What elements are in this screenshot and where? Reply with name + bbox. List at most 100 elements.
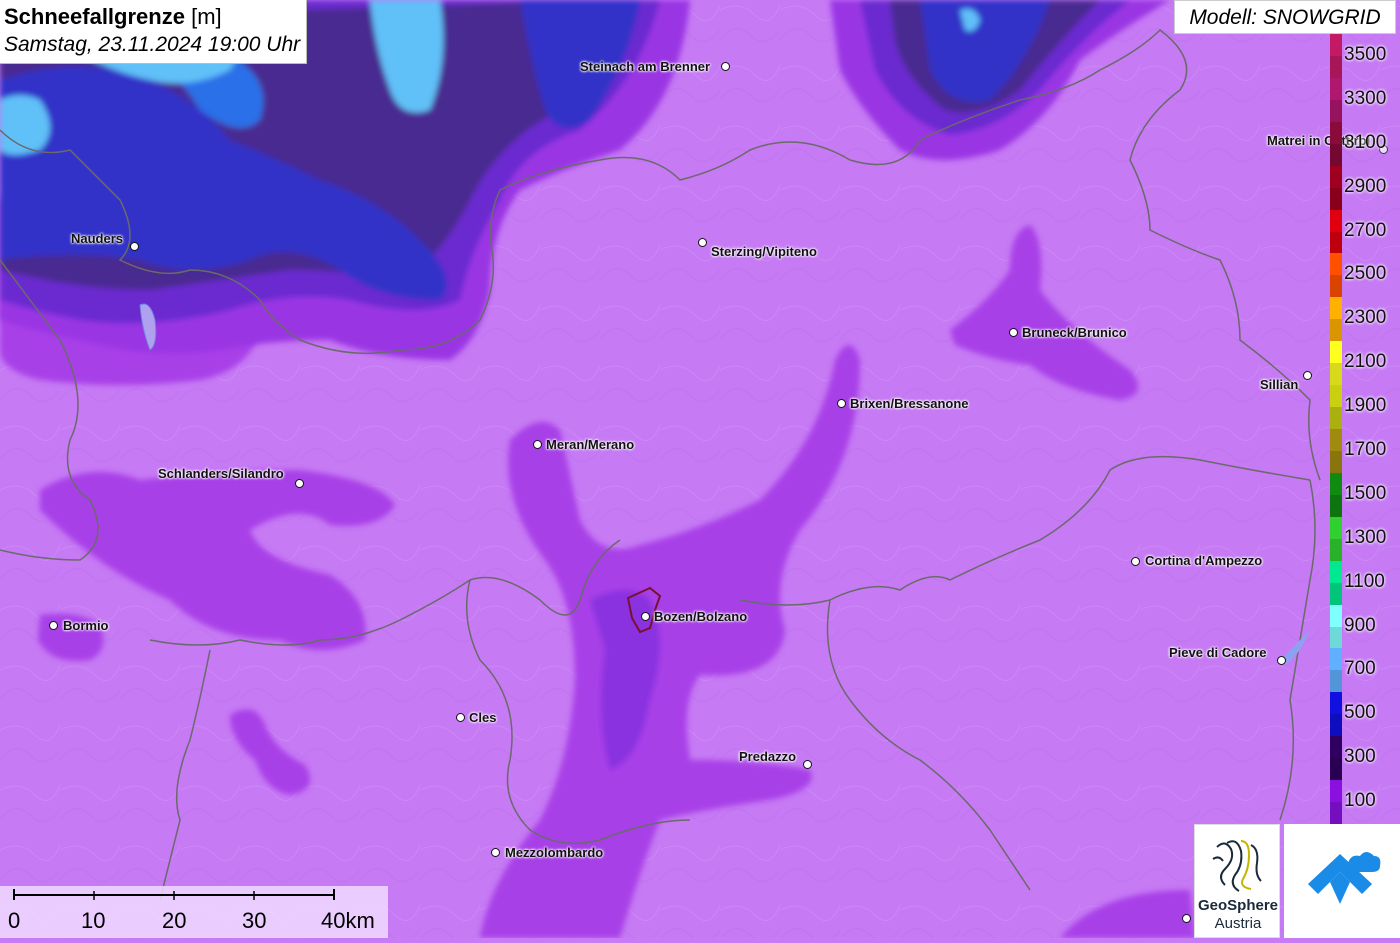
city-label[interactable]: Nauders (71, 231, 123, 246)
city-label[interactable]: Brixen/Bressanone (850, 396, 969, 411)
city-dot[interactable] (837, 399, 846, 408)
map-title: Schneefallgrenze [m] (4, 3, 300, 31)
geosphere-logo[interactable]: GeoSphere Austria (1194, 824, 1280, 938)
city-dot[interactable] (721, 62, 730, 71)
legend-swatch (1330, 407, 1342, 430)
legend-label: 900 (1344, 614, 1376, 636)
city-dot[interactable] (533, 440, 542, 449)
legend-swatch (1330, 231, 1342, 254)
legend-swatch (1330, 538, 1342, 562)
city-dot[interactable] (49, 621, 58, 630)
city-dot[interactable] (1277, 656, 1286, 665)
scale-label: 20 (162, 908, 187, 933)
forecast-datetime: Samstag, 23.11.2024 19:00 Uhr (4, 33, 301, 56)
legend-label: 700 (1344, 658, 1376, 680)
city-dot[interactable] (1131, 557, 1140, 566)
logo-line2: Austria (1214, 915, 1262, 932)
legend-swatch (1330, 253, 1342, 276)
geosphere-mark-icon (1212, 840, 1262, 892)
city-label[interactable]: Bruneck/Brunico (1022, 325, 1127, 340)
city-label[interactable]: Bormio (63, 618, 109, 633)
legend-swatch (1330, 187, 1342, 211)
legend-label: 2900 (1344, 175, 1387, 197)
legend-swatch (1330, 450, 1342, 474)
legend-label: 100 (1344, 790, 1376, 812)
city-label[interactable]: Bozen/Bolzano (654, 609, 747, 624)
legend-swatch (1330, 648, 1342, 671)
legend-swatch (1330, 472, 1342, 496)
legend-swatch (1330, 34, 1342, 57)
city-label[interactable]: Pieve di Cadore (1169, 645, 1267, 660)
legend-swatch (1330, 560, 1342, 584)
legend-swatch (1330, 341, 1342, 364)
legend-swatch (1330, 319, 1342, 342)
legend-swatch (1330, 670, 1342, 693)
legend-swatch (1330, 77, 1342, 101)
city-label[interactable]: Steinach am Brenner (580, 59, 710, 74)
city-dot[interactable] (456, 713, 465, 722)
app-logo[interactable] (1284, 824, 1400, 938)
legend-swatch (1330, 143, 1342, 167)
legend-swatch (1330, 582, 1342, 606)
legend-label: 1100 (1344, 570, 1385, 592)
legend-swatch (1330, 736, 1342, 759)
legend-swatch (1330, 626, 1342, 649)
arrow-cloud-icon (1308, 852, 1381, 904)
legend-label: 3100 (1344, 131, 1387, 153)
city-dot[interactable] (698, 238, 707, 247)
legend-swatch (1330, 758, 1342, 781)
model-label: Modell: SNOWGRID (1174, 0, 1396, 34)
legend-label: 2500 (1344, 263, 1387, 285)
legend-swatch (1330, 429, 1342, 452)
city-label[interactable]: Mezzolombardo (505, 845, 603, 860)
city-dot[interactable] (1009, 328, 1018, 337)
legend-swatch (1330, 297, 1342, 320)
legend-label: 1700 (1344, 438, 1387, 460)
legend-label: 1300 (1344, 526, 1387, 548)
city-label[interactable]: Predazzo (739, 749, 796, 764)
legend-swatch (1330, 363, 1342, 386)
legend-swatch (1330, 604, 1342, 627)
city-dot[interactable] (641, 612, 650, 621)
legend-swatch (1330, 494, 1342, 518)
parameter-name: Schneefallgrenze (4, 4, 185, 29)
parameter-unit: [m] (191, 4, 222, 29)
legend-swatch (1330, 692, 1342, 715)
city-dot[interactable] (1182, 914, 1191, 923)
legend-label: 1500 (1344, 482, 1387, 504)
city-label[interactable]: Meran/Merano (546, 437, 634, 452)
legend-label: 3300 (1344, 87, 1387, 109)
legend-label: 2300 (1344, 307, 1387, 329)
legend-swatch (1330, 780, 1342, 803)
legend-label: 3500 (1344, 43, 1387, 65)
city-label[interactable]: Schlanders/Silandro (158, 466, 284, 481)
city-dot[interactable] (803, 760, 812, 769)
scale-label: 30 (242, 908, 267, 933)
legend-swatch (1330, 802, 1342, 825)
map-title-box: Schneefallgrenze [m] Samstag, 23.11.2024… (0, 0, 308, 64)
legend-swatch (1330, 209, 1342, 232)
legend-swatch (1330, 275, 1342, 298)
scale-label: 0 (8, 908, 21, 933)
city-dot[interactable] (1303, 371, 1312, 380)
legend-swatch (1330, 714, 1342, 737)
legend-swatch (1330, 121, 1342, 145)
legend-swatch (1330, 165, 1342, 189)
legend-swatch (1330, 99, 1342, 123)
legend-label: 1900 (1344, 395, 1387, 417)
logo-line1: GeoSphere (1197, 897, 1279, 914)
scale-label: 10 (81, 908, 106, 933)
legend-label: 2100 (1344, 351, 1387, 373)
city-dot[interactable] (130, 242, 139, 251)
legend-label: 500 (1344, 702, 1376, 724)
city-label[interactable]: Sterzing/Vipiteno (711, 244, 817, 259)
legend-label: 300 (1344, 746, 1376, 768)
scale-label: 40km (321, 908, 375, 933)
city-label[interactable]: Cles (469, 710, 496, 725)
city-dot[interactable] (295, 479, 304, 488)
city-label[interactable]: Sillian (1260, 377, 1298, 392)
city-dot[interactable] (491, 848, 500, 857)
legend-swatch (1330, 516, 1342, 540)
legend-swatch (1330, 385, 1342, 408)
city-label[interactable]: Cortina d'Ampezzo (1145, 553, 1262, 568)
